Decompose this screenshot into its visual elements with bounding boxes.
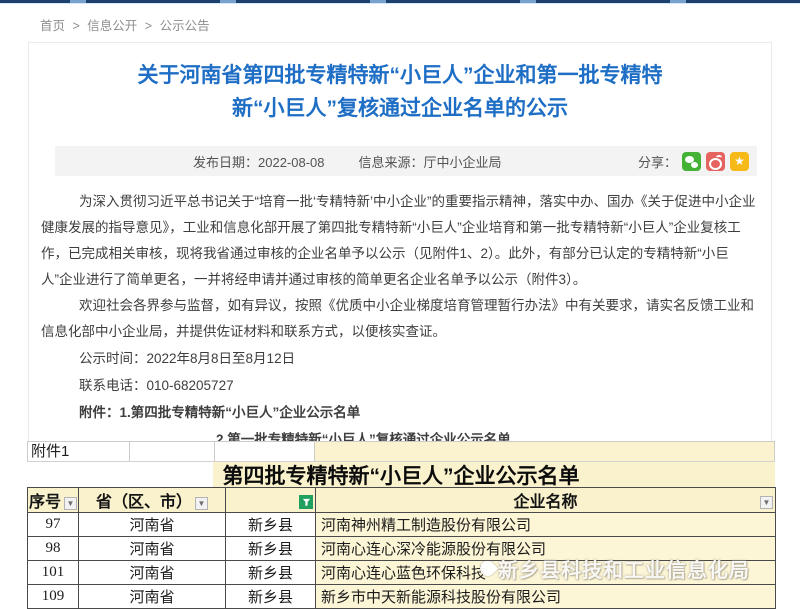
share-section: 分享： ★	[638, 152, 749, 171]
breadcrumb-info-disclosure[interactable]: 信息公开	[87, 19, 137, 33]
publish-date: 发布日期：2022-08-08	[193, 152, 325, 171]
county-cell: 新乡县	[226, 561, 316, 585]
empty-cell	[315, 442, 775, 461]
article-meta-bar: 发布日期：2022-08-08 信息来源：厅中小企业局 分享： ★	[55, 146, 757, 176]
contact-phone: 联系电话：010-68205727	[41, 372, 759, 399]
enterprise-name-cell: 河南心连心蓝色环保科技	[316, 561, 776, 585]
weibo-share-icon[interactable]	[706, 152, 725, 171]
notice-time: 公示时间：2022年8月8日至8月12日	[41, 345, 759, 372]
table-header-row: 序号▼ 省（区、市）▼ 企业名称▼	[28, 488, 776, 513]
serial-cell: 109	[28, 585, 79, 609]
header-county-filtered	[226, 488, 316, 513]
attachment-label-cell: 附件1	[28, 442, 130, 461]
county-cell: 新乡县	[226, 537, 316, 561]
wechat-share-icon[interactable]	[682, 152, 701, 171]
table-row: 101 河南省 新乡县 河南心连心蓝色环保科技	[28, 561, 776, 585]
enterprise-name-cell: 新乡市中天新能源科技股份有限公司	[316, 585, 776, 609]
county-cell: 新乡县	[226, 513, 316, 537]
filter-dropdown-icon[interactable]: ▼	[64, 497, 77, 510]
header-province: 省（区、市）▼	[79, 488, 226, 513]
breadcrumb-current: 公示公告	[160, 19, 210, 33]
header-serial-number: 序号▼	[28, 488, 79, 513]
enterprise-name-cell: 河南神州精工制造股份有限公司	[316, 513, 776, 537]
serial-cell: 97	[28, 513, 79, 537]
breadcrumb-separator: >	[73, 19, 80, 33]
breadcrumb: 首页 > 信息公开 > 公示公告	[40, 15, 214, 34]
breadcrumb-home[interactable]: 首页	[40, 19, 65, 33]
paragraph-2: 欢迎社会各界参与监督，如有异议，按照《优质中小企业梯度培育管理暂行办法》中有关要…	[41, 293, 759, 345]
serial-cell: 101	[28, 561, 79, 585]
serial-cell: 98	[28, 537, 79, 561]
breadcrumb-separator: >	[145, 19, 152, 33]
table-title: 第四批专精特新“小巨人”企业公示名单	[27, 461, 775, 487]
province-cell: 河南省	[79, 561, 226, 585]
attachment-list-item-1: 附件：1.第四批专精特新“小巨人”企业公示名单	[41, 399, 759, 426]
province-cell: 河南省	[79, 585, 226, 609]
star-favorite-icon[interactable]: ★	[730, 152, 749, 171]
attachment-label-row: 附件1	[27, 441, 775, 461]
top-navigation-bar	[0, 0, 800, 4]
attachment-spreadsheet: 附件1 第四批专精特新“小巨人”企业公示名单 序号▼ 省（区、市）▼ 企业名称▼	[27, 441, 775, 609]
enterprise-table: 序号▼ 省（区、市）▼ 企业名称▼ 97 河南省 新乡县 河南神州精工制造股份有…	[27, 487, 776, 609]
active-filter-funnel-icon[interactable]	[299, 495, 313, 509]
enterprise-name-cell: 河南心连心深冷能源股份有限公司	[316, 537, 776, 561]
filter-dropdown-icon[interactable]: ▼	[195, 497, 208, 510]
header-enterprise-name: 企业名称▼	[316, 488, 776, 513]
county-cell: 新乡县	[226, 585, 316, 609]
empty-cell	[130, 442, 215, 461]
table-row: 97 河南省 新乡县 河南神州精工制造股份有限公司	[28, 513, 776, 537]
filter-dropdown-icon[interactable]: ▼	[760, 496, 773, 509]
info-source: 信息来源：厅中小企业局	[359, 152, 502, 171]
province-cell: 河南省	[79, 537, 226, 561]
share-label: 分享：	[638, 152, 677, 171]
table-row: 98 河南省 新乡县 河南心连心深冷能源股份有限公司	[28, 537, 776, 561]
empty-cell	[215, 442, 315, 461]
province-cell: 河南省	[79, 513, 226, 537]
page-title: 关于河南省第四批专精特新“小巨人”企业和第一批专精特 新“小巨人”复核通过企业名…	[29, 59, 771, 125]
paragraph-1: 为深入贯彻习近平总书记关于“培育一批‘专精特新’中小企业”的重要指示精神，落实中…	[41, 189, 759, 293]
table-row: 109 河南省 新乡县 新乡市中天新能源科技股份有限公司	[28, 585, 776, 609]
